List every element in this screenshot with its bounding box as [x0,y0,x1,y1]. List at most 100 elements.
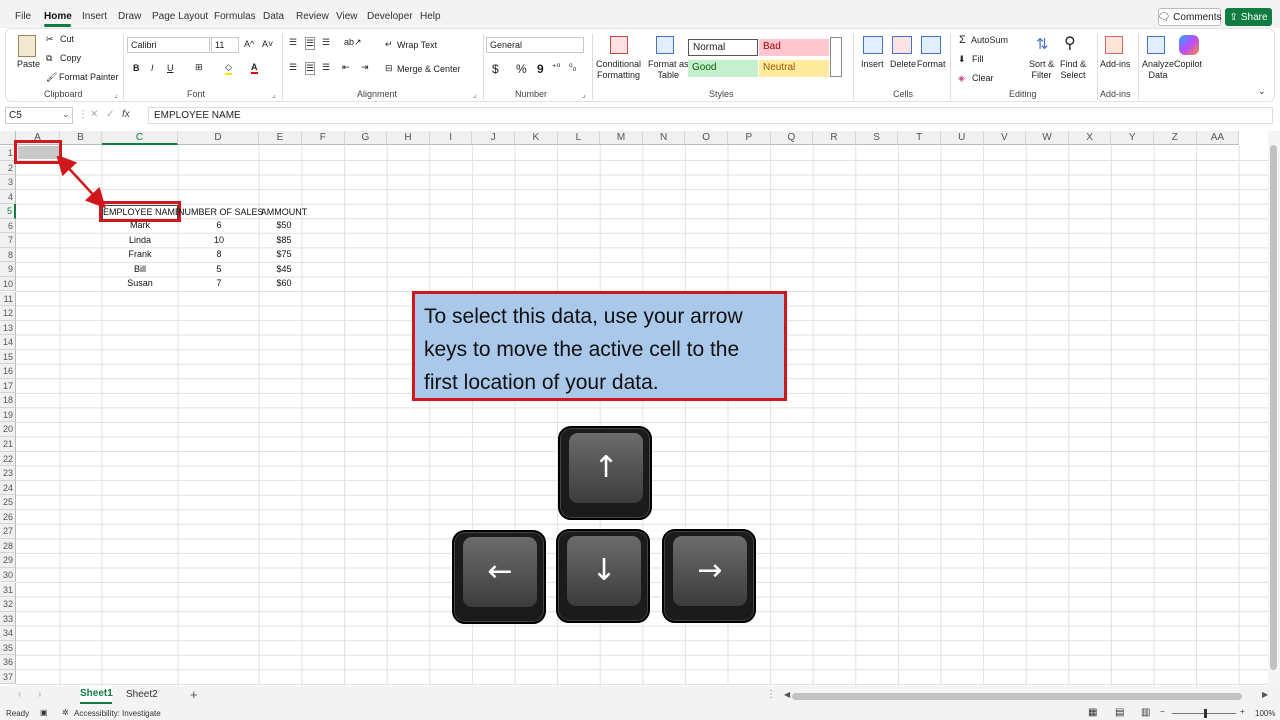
cell-name[interactable]: Frank [102,249,178,259]
format-button[interactable]: Format [917,59,946,70]
tab-developer[interactable]: Developer [367,11,413,22]
tab-data[interactable]: Data [263,11,284,22]
zoom-out-icon[interactable]: − [1160,707,1165,716]
number-launcher-icon[interactable]: ⌟ [582,90,586,99]
vertical-scrollbar[interactable] [1268,131,1280,686]
column-header-q[interactable]: Q [770,131,814,145]
column-header-l[interactable]: L [557,131,601,145]
tab-home[interactable]: Home [44,11,72,22]
style-bad[interactable]: Bad [759,39,829,56]
paste-button[interactable]: Paste [17,59,40,70]
italic-button[interactable]: I [151,63,154,73]
row-header-12[interactable]: 12 [0,306,16,321]
column-header-m[interactable]: M [600,131,643,145]
align-middle-icon[interactable]: ☰ [305,37,316,50]
scroll-tabs-left-icon[interactable]: ‹ [18,689,21,700]
row-header-30[interactable]: 30 [0,567,16,583]
share-button[interactable]: ⇪ Share [1225,8,1272,26]
alignment-launcher-icon[interactable]: ⌟ [473,90,477,99]
tab-draw[interactable]: Draw [118,11,141,22]
style-good[interactable]: Good [688,60,758,77]
cell-amount[interactable]: $50 [259,220,309,230]
row-header-3[interactable]: 3 [0,175,16,190]
cell-name[interactable]: Linda [102,235,178,245]
tab-options-icon[interactable]: ⋮ [766,689,776,700]
cell-amount[interactable]: $45 [259,264,309,274]
row-header-16[interactable]: 16 [0,364,16,379]
decrease-decimal-icon[interactable]: ⁰₀ [569,62,576,73]
comma-button[interactable]: 9 [537,62,544,76]
column-header-f[interactable]: F [302,131,345,145]
merge-center-button[interactable]: Merge & Center [397,64,461,74]
cell-sales[interactable]: 6 [178,220,260,230]
tab-file[interactable]: File [15,11,31,22]
font-size-select[interactable]: 11 [211,37,239,53]
autosum-button[interactable]: AutoSum [971,35,1008,45]
column-header-v[interactable]: V [983,131,1027,145]
cell-amount[interactable]: $75 [259,249,309,259]
align-right-icon[interactable]: ☰ [322,62,330,73]
macro-record-icon[interactable]: ▣ [40,708,48,717]
hscroll-right-icon[interactable]: ▶ [1262,690,1268,699]
column-header-o[interactable]: O [685,131,728,145]
copilot-button[interactable]: Copilot [1174,59,1202,70]
fill-color-icon[interactable]: ◇ [225,62,232,75]
tab-insert[interactable]: Insert [82,11,107,22]
column-header-x[interactable]: X [1068,131,1112,145]
header-ammount[interactable]: AMMOUNT [259,206,309,219]
row-header-37[interactable]: 37 [0,669,16,685]
format-painter-button[interactable]: Format Painter [59,72,119,82]
sheet-tab-sheet1[interactable]: Sheet1 [80,686,113,704]
row-header-36[interactable]: 36 [0,655,16,670]
cell-name[interactable]: Bill [102,264,178,274]
styles-more-icon[interactable] [830,37,842,77]
align-left-icon[interactable]: ☰ [289,62,297,73]
bold-button[interactable]: B [133,63,140,73]
page-layout-view-icon[interactable]: ▤ [1115,707,1124,718]
enter-icon[interactable]: ✓ [106,109,114,120]
row-header-17[interactable]: 17 [0,378,16,394]
row-header-18[interactable]: 18 [0,393,16,408]
column-header-i[interactable]: I [429,131,473,145]
font-color-button[interactable]: A [251,62,258,74]
align-top-icon[interactable]: ☰ [289,37,297,48]
increase-decimal-icon[interactable]: ⁺⁰ [552,62,560,73]
row-header-19[interactable]: 19 [0,407,16,423]
row-header-20[interactable]: 20 [0,422,16,437]
column-header-d[interactable]: D [178,131,259,145]
cell-name[interactable]: Susan [102,278,178,288]
style-neutral[interactable]: Neutral [759,60,829,77]
fill-button[interactable]: Fill [972,54,984,64]
sheet-tab-sheet2[interactable]: Sheet2 [126,689,158,700]
cell-amount[interactable]: $85 [259,235,309,245]
column-header-s[interactable]: S [855,131,899,145]
collapse-ribbon-icon[interactable]: ⌄ [1258,86,1266,97]
cell-sales[interactable]: 7 [178,278,260,288]
header-number-of-sales[interactable]: NUMBER OF SALES [178,206,264,219]
row-header-24[interactable]: 24 [0,480,16,496]
align-center-icon[interactable]: ☰ [305,62,316,75]
paste-icon[interactable] [18,35,36,57]
copy-button[interactable]: Copy [60,53,81,63]
row-header-14[interactable]: 14 [0,335,16,350]
formula-input[interactable]: EMPLOYEE NAME [148,107,1273,124]
decrease-indent-icon[interactable]: ⇤ [342,62,350,73]
column-header-e[interactable]: E [259,131,302,145]
column-header-z[interactable]: Z [1154,131,1197,145]
row-header-34[interactable]: 34 [0,626,16,641]
row-header-15[interactable]: 15 [0,349,16,365]
clear-button[interactable]: Clear [972,73,994,83]
wrap-text-button[interactable]: Wrap Text [397,40,437,50]
row-header-6[interactable]: 6 [0,218,16,234]
row-header-4[interactable]: 4 [0,189,16,205]
delete-button[interactable]: Delete [890,59,916,70]
row-header-33[interactable]: 33 [0,611,16,627]
tab-formulas[interactable]: Formulas [214,11,256,22]
cancel-icon[interactable]: ✕ [90,109,98,120]
row-header-10[interactable]: 10 [0,276,16,292]
row-header-11[interactable]: 11 [0,291,16,307]
borders-icon[interactable]: ⊞ [195,62,203,73]
tab-page-layout[interactable]: Page Layout [152,11,208,22]
accessibility-status[interactable]: Accessibility: Investigate [74,709,161,718]
shrink-font-button[interactable]: A˅ [262,39,273,49]
